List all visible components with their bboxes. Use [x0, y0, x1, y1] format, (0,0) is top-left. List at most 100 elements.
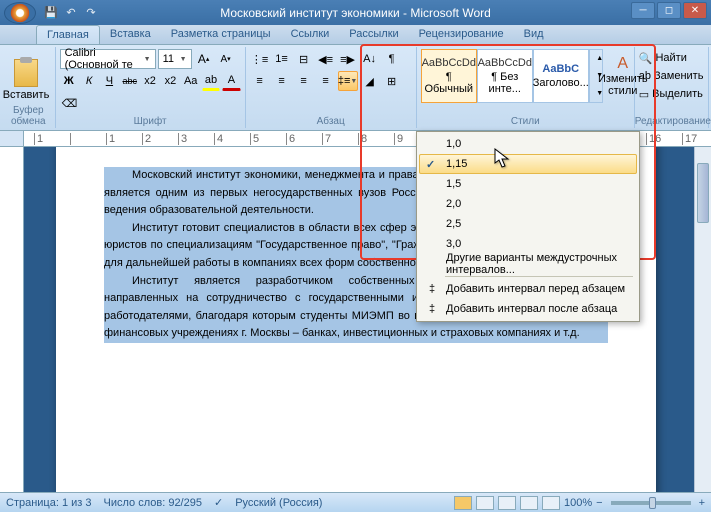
minimize-button[interactable]: ─ — [631, 2, 655, 19]
italic-button[interactable]: К — [80, 71, 98, 91]
office-button[interactable] — [4, 2, 36, 24]
font-family-select[interactable]: Calibri (Основной те▼ — [60, 49, 156, 69]
ribbon-tabs: Главная Вставка Разметка страницы Ссылки… — [0, 25, 711, 45]
clipboard-icon — [14, 59, 38, 87]
spacing-2.5[interactable]: 2,5 — [419, 214, 637, 234]
status-words[interactable]: Число слов: 92/295 — [104, 497, 202, 509]
superscript-button[interactable]: x2 — [161, 71, 179, 91]
statusbar: Страница: 1 из 3 Число слов: 92/295 ✓ Ру… — [0, 492, 711, 512]
spacing-more-options[interactable]: Другие варианты междустрочных интервалов… — [419, 254, 637, 274]
scroll-thumb[interactable] — [697, 163, 709, 223]
maximize-button[interactable]: ◻ — [657, 2, 681, 19]
bold-button[interactable]: Ж — [60, 71, 78, 91]
strike-button[interactable]: abc — [121, 71, 139, 91]
bullets-button[interactable]: ⋮≡ — [250, 49, 270, 69]
status-language[interactable]: Русский (Россия) — [235, 497, 322, 509]
style-heading1[interactable]: AaBbC Заголово... — [533, 49, 589, 103]
shrink-font-button[interactable]: A▾ — [216, 49, 236, 69]
indent-increase-button[interactable]: ≡▶ — [338, 49, 358, 69]
save-icon[interactable]: 💾 — [42, 4, 60, 22]
paste-label: Вставить — [3, 89, 50, 101]
find-icon: 🔍 — [639, 52, 653, 65]
spacing-1.15[interactable]: ✓1,15 — [419, 154, 637, 174]
group-font: Calibri (Основной те▼ 11▼ A▴ A▾ Ж К Ч ab… — [56, 47, 246, 128]
add-space-after[interactable]: ‡Добавить интервал после абзаца — [419, 299, 637, 319]
replace-button[interactable]: abЗаменить — [637, 67, 706, 85]
group-styles: AaBbCcDd ¶ Обычный AaBbCcDd ¶ Без инте..… — [417, 47, 635, 128]
zoom-in-button[interactable]: + — [699, 497, 705, 509]
borders-button[interactable]: ⊞ — [382, 71, 402, 91]
justify-button[interactable]: ≡ — [316, 71, 336, 91]
ribbon: Вставить Буфер обмена Calibri (Основной … — [0, 45, 711, 131]
spacing-1.5[interactable]: 1,5 — [419, 174, 637, 194]
zoom-thumb[interactable] — [649, 497, 656, 509]
check-icon: ✓ — [426, 158, 435, 171]
status-page[interactable]: Страница: 1 из 3 — [6, 497, 92, 509]
highlight-color-button[interactable]: ab — [202, 71, 220, 91]
multilevel-button[interactable]: ⊟ — [294, 49, 314, 69]
ruler-vertical[interactable] — [0, 147, 24, 492]
line-spacing-button[interactable]: ‡≡▼ — [338, 71, 358, 91]
spacing-3.0[interactable]: 3,0 — [419, 234, 637, 254]
group-paragraph: ⋮≡ 1≡ ⊟ ◀≡ ≡▶ A↓ ¶ ≡ ≡ ≡ ≡ ‡≡▼ ◢ ⊞ Абзац — [246, 47, 417, 128]
tab-view[interactable]: Вид — [514, 25, 554, 44]
zoom-out-button[interactable]: − — [596, 497, 602, 509]
tab-mailings[interactable]: Рассылки — [339, 25, 408, 44]
view-full-screen[interactable] — [476, 496, 494, 510]
style-normal[interactable]: AaBbCcDd ¶ Обычный — [421, 49, 477, 103]
indent-decrease-button[interactable]: ◀≡ — [316, 49, 336, 69]
line-spacing-menu: 1,0 ✓1,15 1,5 2,0 2,5 3,0 Другие вариант… — [416, 131, 640, 322]
group-label: Редактирование — [635, 116, 708, 127]
paste-button[interactable]: Вставить — [6, 49, 46, 111]
replace-icon: ab — [639, 70, 651, 82]
quick-access-toolbar: 💾 ↶ ↷ — [42, 4, 100, 22]
tab-review[interactable]: Рецензирование — [409, 25, 514, 44]
close-button[interactable]: ✕ — [683, 2, 707, 19]
undo-icon[interactable]: ↶ — [62, 4, 80, 22]
select-button[interactable]: ▭Выделить — [637, 85, 706, 103]
align-left-button[interactable]: ≡ — [250, 71, 270, 91]
group-label: Стили — [417, 116, 634, 127]
shading-button[interactable]: ◢ — [360, 71, 380, 91]
add-space-before[interactable]: ‡Добавить интервал перед абзацем — [419, 279, 637, 299]
group-editing: 🔍Найти abЗаменить ▭Выделить Редактирован… — [635, 47, 709, 128]
sort-button[interactable]: A↓ — [360, 49, 380, 69]
select-icon: ▭ — [639, 88, 649, 101]
tab-references[interactable]: Ссылки — [281, 25, 340, 44]
show-marks-button[interactable]: ¶ — [382, 49, 402, 69]
align-center-button[interactable]: ≡ — [272, 71, 292, 91]
subscript-button[interactable]: x2 — [141, 71, 159, 91]
view-draft[interactable] — [542, 496, 560, 510]
tab-home[interactable]: Главная — [36, 25, 100, 44]
underline-button[interactable]: Ч — [100, 71, 118, 91]
status-proofing-icon[interactable]: ✓ — [214, 496, 223, 509]
spacing-1.0[interactable]: 1,0 — [419, 134, 637, 154]
case-button[interactable]: Aa — [182, 71, 200, 91]
tab-insert[interactable]: Вставка — [100, 25, 161, 44]
group-label: Шрифт — [56, 116, 245, 127]
view-print-layout[interactable] — [454, 496, 472, 510]
font-color-button[interactable]: A — [222, 71, 240, 91]
zoom-slider[interactable] — [611, 501, 691, 505]
tab-layout[interactable]: Разметка страницы — [161, 25, 281, 44]
group-clipboard: Вставить Буфер обмена — [2, 47, 56, 128]
scrollbar-vertical[interactable] — [694, 147, 711, 492]
grow-font-button[interactable]: A▴ — [194, 49, 214, 69]
menu-separator — [445, 276, 633, 277]
spacing-2.0[interactable]: 2,0 — [419, 194, 637, 214]
redo-icon[interactable]: ↷ — [82, 4, 100, 22]
zoom-level[interactable]: 100% — [564, 497, 592, 509]
styles-icon: A — [617, 55, 628, 73]
align-right-button[interactable]: ≡ — [294, 71, 314, 91]
space-after-icon: ‡ — [424, 301, 440, 317]
clear-format-button[interactable]: ⌫ — [60, 93, 80, 113]
view-outline[interactable] — [520, 496, 538, 510]
group-label: Буфер обмена — [2, 105, 55, 127]
numbering-button[interactable]: 1≡ — [272, 49, 292, 69]
font-size-select[interactable]: 11▼ — [158, 49, 192, 69]
style-no-spacing[interactable]: AaBbCcDd ¶ Без инте... — [477, 49, 533, 103]
find-button[interactable]: 🔍Найти — [637, 49, 706, 67]
view-web[interactable] — [498, 496, 516, 510]
space-before-icon: ‡ — [424, 281, 440, 297]
group-label: Абзац — [246, 116, 416, 127]
